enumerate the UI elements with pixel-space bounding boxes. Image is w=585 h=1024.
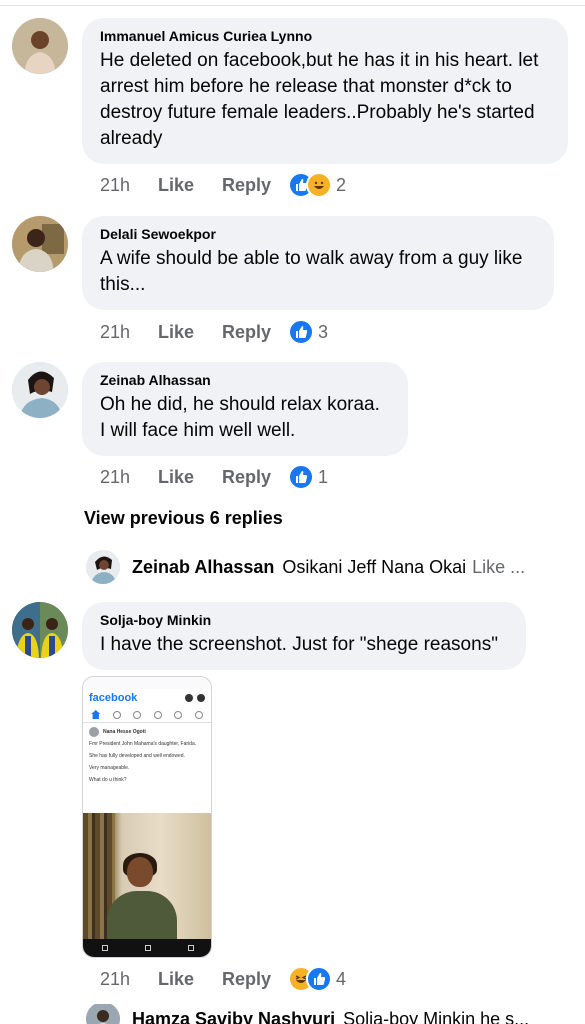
recents-icon: [188, 945, 195, 951]
reply-button[interactable]: Reply: [222, 467, 288, 488]
comment-bubble: Solja-boy Minkin I have the screenshot. …: [82, 602, 526, 670]
attachment-post: Nana Hesse Ogoti Fmr President John Maha…: [83, 723, 211, 793]
reaction-count: 1: [318, 466, 329, 487]
comment-bubble: Delali Sewoekpor A wife should be able t…: [82, 216, 554, 310]
comment-time[interactable]: 21h: [100, 175, 158, 196]
like-icon: [288, 319, 314, 345]
back-icon: [101, 945, 108, 951]
avatar[interactable]: [86, 550, 120, 584]
menu-icon: [194, 710, 203, 719]
reply-author[interactable]: Hamza Saviby Nashvuri: [132, 1009, 335, 1024]
attachment-post-line: Very manageable.: [89, 765, 130, 771]
reaction-count: 3: [318, 321, 329, 342]
avatar: [89, 727, 99, 737]
view-previous-replies-link[interactable]: View previous 6 replies: [84, 508, 283, 529]
comment-time[interactable]: 21h: [100, 467, 158, 488]
reaction-summary[interactable]: 2: [288, 172, 346, 198]
comment-time[interactable]: 21h: [100, 969, 158, 990]
comment-bubble: Immanuel Amicus Curiea Lynno He deleted …: [82, 18, 568, 164]
comment-time[interactable]: 21h: [100, 322, 158, 343]
watch-icon: [153, 710, 162, 719]
comment-bubble: Zeinab Alhassan Oh he did, he should rel…: [82, 362, 408, 456]
reaction-summary[interactable]: 1: [288, 464, 328, 490]
comment-text: He deleted on facebook,but he has it in …: [100, 50, 539, 149]
comment-actions: 21h Like Reply 3: [100, 318, 328, 346]
attachment-post-line: Fmr President John Mahama's daughter, Fa…: [89, 741, 197, 747]
reaction-summary[interactable]: 4: [288, 966, 346, 992]
avatar[interactable]: [86, 1004, 120, 1024]
person-body: [107, 891, 177, 941]
attachment-post-line: What do u think?: [89, 777, 127, 783]
avatar[interactable]: [12, 362, 68, 418]
person-head: [127, 857, 153, 887]
attachment-post-author: Nana Hesse Ogoti: [89, 727, 205, 737]
attachment-nav-bar: [83, 939, 211, 957]
top-divider: [0, 0, 585, 6]
like-button[interactable]: Like: [158, 175, 222, 196]
attachment-header-icons: [185, 694, 205, 702]
like-button[interactable]: Like: [158, 322, 222, 343]
comment-text: A wife should be able to walk away from …: [100, 248, 523, 295]
reply-button[interactable]: Reply: [222, 969, 288, 990]
groups-icon: [133, 710, 142, 719]
reply-author[interactable]: Zeinab Alhassan: [132, 557, 274, 578]
comment-author[interactable]: Delali Sewoekpor: [100, 226, 538, 242]
avatar[interactable]: [12, 18, 68, 74]
comment-text-line: Oh he did, he should relax koraa.: [100, 394, 380, 415]
comment-text-line: I will face him well well.: [100, 420, 296, 441]
reply-preview[interactable]: Hamza Saviby Nashvuri Solja-boy Minkin h…: [86, 1004, 585, 1024]
friends-icon: [112, 710, 121, 719]
like-icon: [288, 464, 314, 490]
home-icon: [91, 710, 101, 719]
comment-actions: 21h Like Reply 2: [100, 171, 346, 199]
notifications-icon: [174, 710, 183, 719]
reply-button[interactable]: Reply: [222, 322, 288, 343]
attachment-status-bar: [83, 677, 211, 689]
like-icon: [306, 966, 332, 992]
reaction-count: 4: [336, 968, 347, 989]
comment-author[interactable]: Immanuel Amicus Curiea Lynno: [100, 28, 552, 44]
reaction-summary[interactable]: 3: [288, 319, 328, 345]
like-button[interactable]: Like: [158, 969, 222, 990]
reply-more[interactable]: Like ...: [472, 557, 525, 578]
attachment-post-author-name: Nana Hesse Ogoti: [103, 728, 146, 735]
attachment-tab-bar: [83, 707, 211, 723]
avatar[interactable]: [12, 216, 68, 272]
reply-text: Solja-boy Minkin he s...: [343, 1008, 530, 1024]
reply-text: Osikani Jeff Nana Okai: [282, 556, 467, 577]
comment-actions: 21h Like Reply 1: [100, 463, 328, 491]
comment-author[interactable]: Zeinab Alhassan: [100, 372, 392, 388]
comment-author[interactable]: Solja-boy Minkin: [100, 612, 510, 628]
comment-actions: 21h Like Reply 4: [100, 965, 346, 993]
attachment-app-logo: facebook: [89, 692, 138, 704]
reply-button[interactable]: Reply: [222, 175, 288, 196]
comment-text: I have the screenshot. Just for "shege r…: [100, 634, 498, 655]
like-button[interactable]: Like: [158, 467, 222, 488]
attachment-header: facebook: [83, 689, 211, 707]
attachment-post-line: She has fully developed and well endowed…: [89, 753, 185, 759]
comment-attachment-image[interactable]: facebook Nana Hesse Ogoti Fmr President …: [82, 676, 212, 958]
messenger-icon: [197, 694, 205, 702]
search-icon: [185, 694, 193, 702]
reaction-count: 2: [336, 174, 347, 195]
avatar[interactable]: [12, 602, 68, 658]
home-icon: [144, 945, 151, 951]
reply-preview[interactable]: Zeinab Alhassan Osikani Jeff Nana Okai L…: [86, 549, 585, 585]
attachment-photo: [83, 813, 211, 941]
haha-icon: [306, 172, 332, 198]
